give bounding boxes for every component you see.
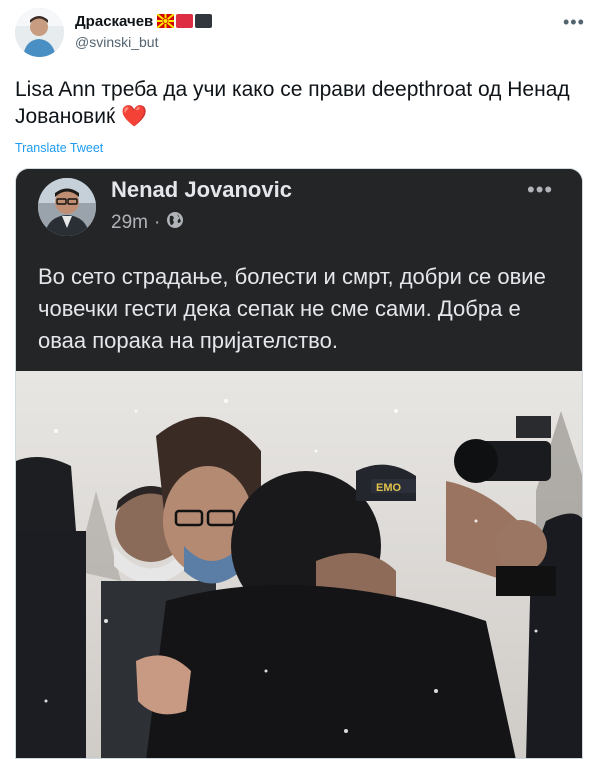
globe-icon bbox=[166, 211, 184, 235]
tweet-author: Драскачев @svinski_but bbox=[75, 12, 213, 50]
black-square-icon bbox=[195, 14, 213, 28]
fb-meta-separator: · bbox=[153, 212, 161, 233]
macedonia-flag-icon bbox=[156, 13, 175, 29]
embedded-photo: EMO bbox=[16, 371, 582, 758]
tweet-text: Lisa Ann треба да учи како се прави deep… bbox=[15, 76, 575, 130]
fb-post-text: Во сето страдање, болести и смрт, добри … bbox=[38, 264, 546, 353]
tweet-media[interactable]: Nenad Jovanovic 29m · ••• Во сето страда… bbox=[15, 168, 583, 759]
avatar-image bbox=[15, 8, 64, 57]
display-name[interactable]: Драскачев bbox=[75, 13, 153, 30]
fb-more-icon: ••• bbox=[527, 177, 554, 202]
fb-author-name: Nenad Jovanovic bbox=[111, 177, 292, 202]
user-handle[interactable]: @svinski_but bbox=[75, 34, 212, 50]
fb-post-meta: 29m · bbox=[111, 211, 184, 235]
tweet-body: Lisa Ann треба да учи како се прави deep… bbox=[15, 78, 570, 128]
heart-emoji: ❤️ bbox=[120, 105, 148, 128]
svg-text:EMO: EMO bbox=[376, 482, 402, 494]
user-avatar[interactable] bbox=[15, 8, 64, 57]
name-emoji-group bbox=[156, 13, 213, 29]
fb-post-time: 29m bbox=[111, 212, 148, 233]
fb-post-header: Nenad Jovanovic 29m · ••• Во сето страда… bbox=[16, 169, 582, 371]
translate-tweet-link[interactable]: Translate Tweet bbox=[15, 141, 103, 155]
fb-author-avatar bbox=[38, 178, 96, 236]
tweet-more-icon[interactable]: ••• bbox=[563, 12, 585, 33]
red-square-icon bbox=[176, 14, 194, 28]
